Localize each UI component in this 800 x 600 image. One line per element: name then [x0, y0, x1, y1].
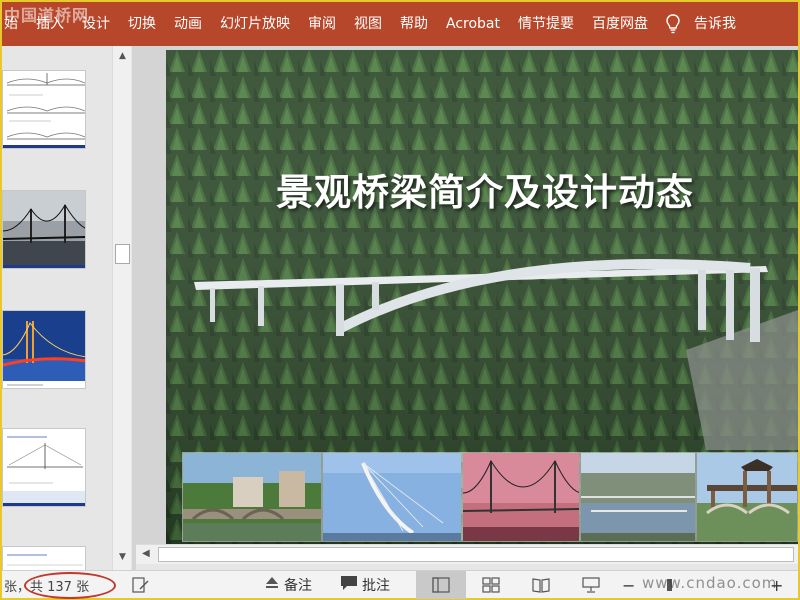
tab-baidu-netdisk[interactable]: 百度网盘: [583, 2, 657, 46]
lightbulb-icon[interactable]: [657, 2, 685, 46]
slide-sorter-icon: [482, 577, 500, 593]
tab-slideshow[interactable]: 幻灯片放映: [211, 2, 299, 46]
tab-transitions[interactable]: 切换: [119, 2, 165, 46]
tell-me-search[interactable]: 告诉我: [685, 2, 745, 46]
tab-animations[interactable]: 动画: [165, 2, 211, 46]
photo-red-suspension-bridge: [462, 452, 580, 542]
tab-design[interactable]: 设计: [73, 2, 119, 46]
scrollbar-thumb[interactable]: [158, 547, 794, 562]
normal-view-button[interactable]: [416, 571, 466, 599]
status-bar: 张，共 137 张 备注 批注 − www.cndao.com +: [2, 570, 798, 599]
slideshow-icon: [582, 577, 600, 593]
tab-start[interactable]: 始: [2, 2, 27, 46]
scroll-down-icon[interactable]: ▼: [116, 551, 129, 564]
photo-river-bridges: [580, 452, 696, 542]
photo-old-arch-bridge: [182, 452, 322, 542]
slide-editor-area[interactable]: 景观桥梁简介及设计动态: [136, 46, 798, 544]
tab-review[interactable]: 审阅: [299, 2, 345, 46]
thumbnail-scrollbar[interactable]: ▲ ▼: [112, 46, 131, 570]
slide-thumbnail[interactable]: [2, 428, 86, 507]
slide-title[interactable]: 景观桥梁简介及设计动态: [276, 162, 776, 216]
current-slide[interactable]: 景观桥梁简介及设计动态: [166, 50, 798, 544]
tab-view[interactable]: 视图: [345, 2, 391, 46]
reading-view-button[interactable]: [516, 571, 566, 599]
notes-icon: [264, 576, 280, 594]
slide-sorter-button[interactable]: [466, 571, 516, 599]
slide-thumbnail[interactable]: [2, 546, 86, 570]
site-watermark-bottom: www.cndao.com: [642, 574, 778, 592]
ribbon-tab-bar: 始 插入 设计 切换 动画 幻灯片放映 审阅 视图 帮助 Acrobat 情节提…: [2, 2, 798, 46]
notes-label: 备注: [284, 578, 312, 594]
annotation-ellipse: [24, 572, 116, 599]
comment-icon: [340, 575, 358, 595]
scroll-left-icon[interactable]: ◀: [142, 548, 150, 559]
slide-thumbnail[interactable]: [2, 310, 86, 389]
zoom-out-button[interactable]: −: [622, 571, 635, 599]
zoom-in-button[interactable]: +: [770, 571, 783, 599]
notes-button[interactable]: 备注: [264, 571, 312, 599]
tab-insert[interactable]: 插入: [27, 2, 73, 46]
slide-thumbnail[interactable]: [2, 70, 86, 149]
scroll-up-icon[interactable]: ▲: [116, 50, 129, 63]
photo-covered-pavilion-bridge: [696, 452, 798, 542]
slide-thumbnail[interactable]: [2, 190, 86, 269]
slide-horizontal-scrollbar[interactable]: ◀: [136, 544, 798, 564]
tab-acrobat[interactable]: Acrobat: [437, 2, 509, 46]
comments-label: 批注: [362, 578, 390, 594]
normal-view-icon: [432, 577, 450, 593]
comments-button[interactable]: 批注: [340, 571, 390, 599]
tab-help[interactable]: 帮助: [391, 2, 437, 46]
slideshow-button[interactable]: [566, 571, 616, 599]
scrollbar-thumb[interactable]: [115, 244, 130, 264]
slide-thumbnail-pane[interactable]: [2, 46, 112, 570]
reading-view-icon: [532, 578, 550, 593]
photo-white-cable-bridge: [322, 452, 462, 542]
spelling-check-icon[interactable]: [132, 571, 150, 599]
tab-storyboard[interactable]: 情节提要: [509, 2, 583, 46]
